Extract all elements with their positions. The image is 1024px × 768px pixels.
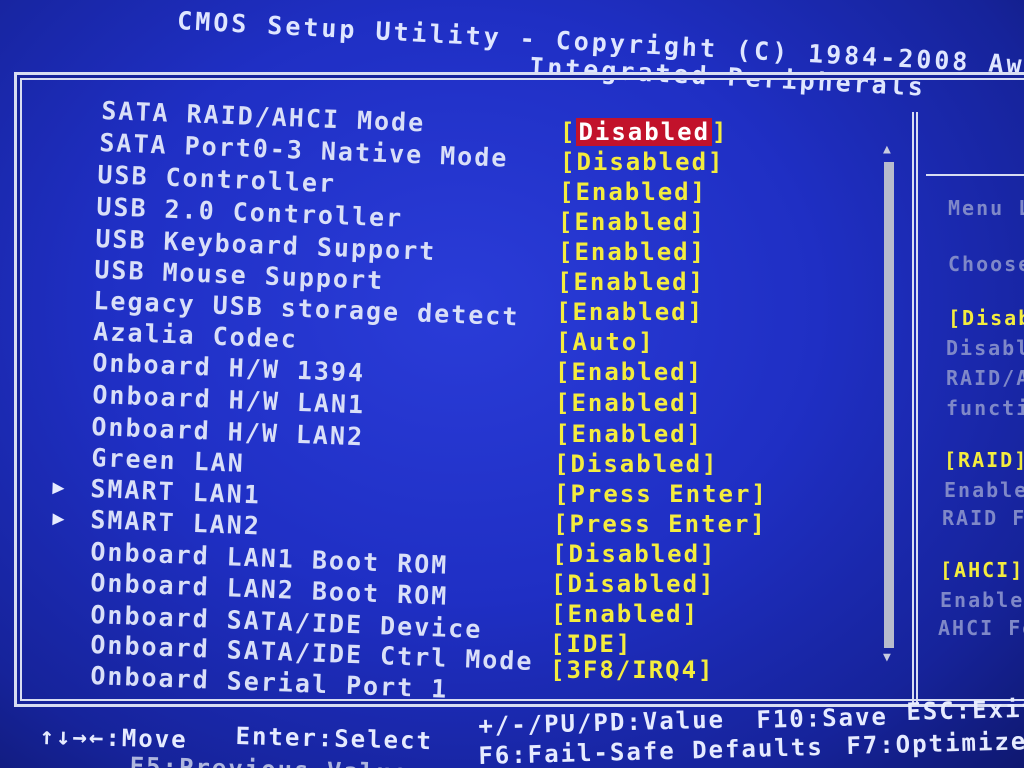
help-line: RAID F: [942, 506, 1024, 530]
scrollbar-track[interactable]: [884, 162, 894, 648]
help-header-line: [926, 174, 1024, 176]
footer-save: F10:Save: [756, 702, 889, 734]
menu-item-value[interactable]: [Auto]: [556, 328, 655, 356]
help-line: RAID/A: [946, 366, 1024, 390]
menu-item-value[interactable]: [Enabled]: [551, 600, 699, 628]
help-line: [RAID]: [944, 448, 1024, 472]
submenu-arrow-icon: ▶: [52, 505, 67, 531]
footer-optimized: F7:Optimized: [846, 726, 1024, 760]
scroll-up-arrow-icon[interactable]: ▲: [883, 142, 891, 157]
help-line: functi: [946, 396, 1024, 420]
help-line: Choose: [948, 252, 1024, 276]
menu-item-value[interactable]: [Disabled]: [560, 148, 725, 176]
menu-item-value[interactable]: [Disabled]: [551, 570, 716, 598]
menu-item-value[interactable]: [Enabled]: [558, 208, 706, 236]
menu-item-value[interactable]: [Enabled]: [556, 298, 704, 326]
menu-item-value[interactable]: [Press Enter]: [553, 510, 767, 538]
footer-previous-values: F5:Previous Values: [129, 752, 426, 768]
footer-value: +/-/PU/PD:Value: [478, 705, 726, 740]
help-line: [Disab: [948, 306, 1024, 330]
menu-item-value[interactable]: [Enabled]: [557, 268, 705, 296]
footer-exit: ESC:Exit: [906, 694, 1024, 726]
menu-item-value[interactable]: [Disabled]: [552, 540, 717, 568]
help-line: Menu L: [948, 196, 1024, 220]
bios-screen: CMOS Setup Utility - Copyright (C) 1984-…: [0, 0, 1024, 768]
menu-item-value-selected[interactable]: [Disabled]: [560, 118, 729, 146]
menu-item-value[interactable]: [Enabled]: [555, 389, 703, 417]
footer-select: Enter:Select: [235, 722, 434, 756]
menu-item-value[interactable]: [Enabled]: [558, 238, 706, 266]
scroll-down-arrow-icon[interactable]: ▼: [883, 650, 891, 665]
menu-item-label: Green LAN: [90, 443, 246, 478]
menu-item-value[interactable]: [Press Enter]: [554, 480, 768, 508]
menu-item-value[interactable]: [Disabled]: [554, 450, 719, 478]
menu-item-value[interactable]: [Enabled]: [555, 420, 703, 448]
menu-item-value[interactable]: [IDE]: [550, 630, 632, 658]
submenu-arrow-icon: ▶: [52, 474, 67, 500]
menu-item-value[interactable]: [3F8/IRQ4]: [550, 656, 715, 684]
help-line: [AHCI]: [940, 558, 1024, 582]
footer-move: ↑↓→←:Move: [39, 722, 188, 754]
help-line: AHCI Fe: [938, 616, 1024, 640]
menu-item-row[interactable]: Green LAN: [91, 443, 245, 478]
help-line: Enable: [944, 478, 1024, 502]
help-divider: [912, 112, 918, 707]
help-line: Disabl: [946, 336, 1024, 360]
help-line: Enable: [940, 588, 1024, 612]
scrollbar[interactable]: ▲ ▼: [880, 142, 898, 668]
menu-item-value[interactable]: [Enabled]: [559, 178, 707, 206]
menu-item-value[interactable]: [Enabled]: [555, 358, 703, 386]
